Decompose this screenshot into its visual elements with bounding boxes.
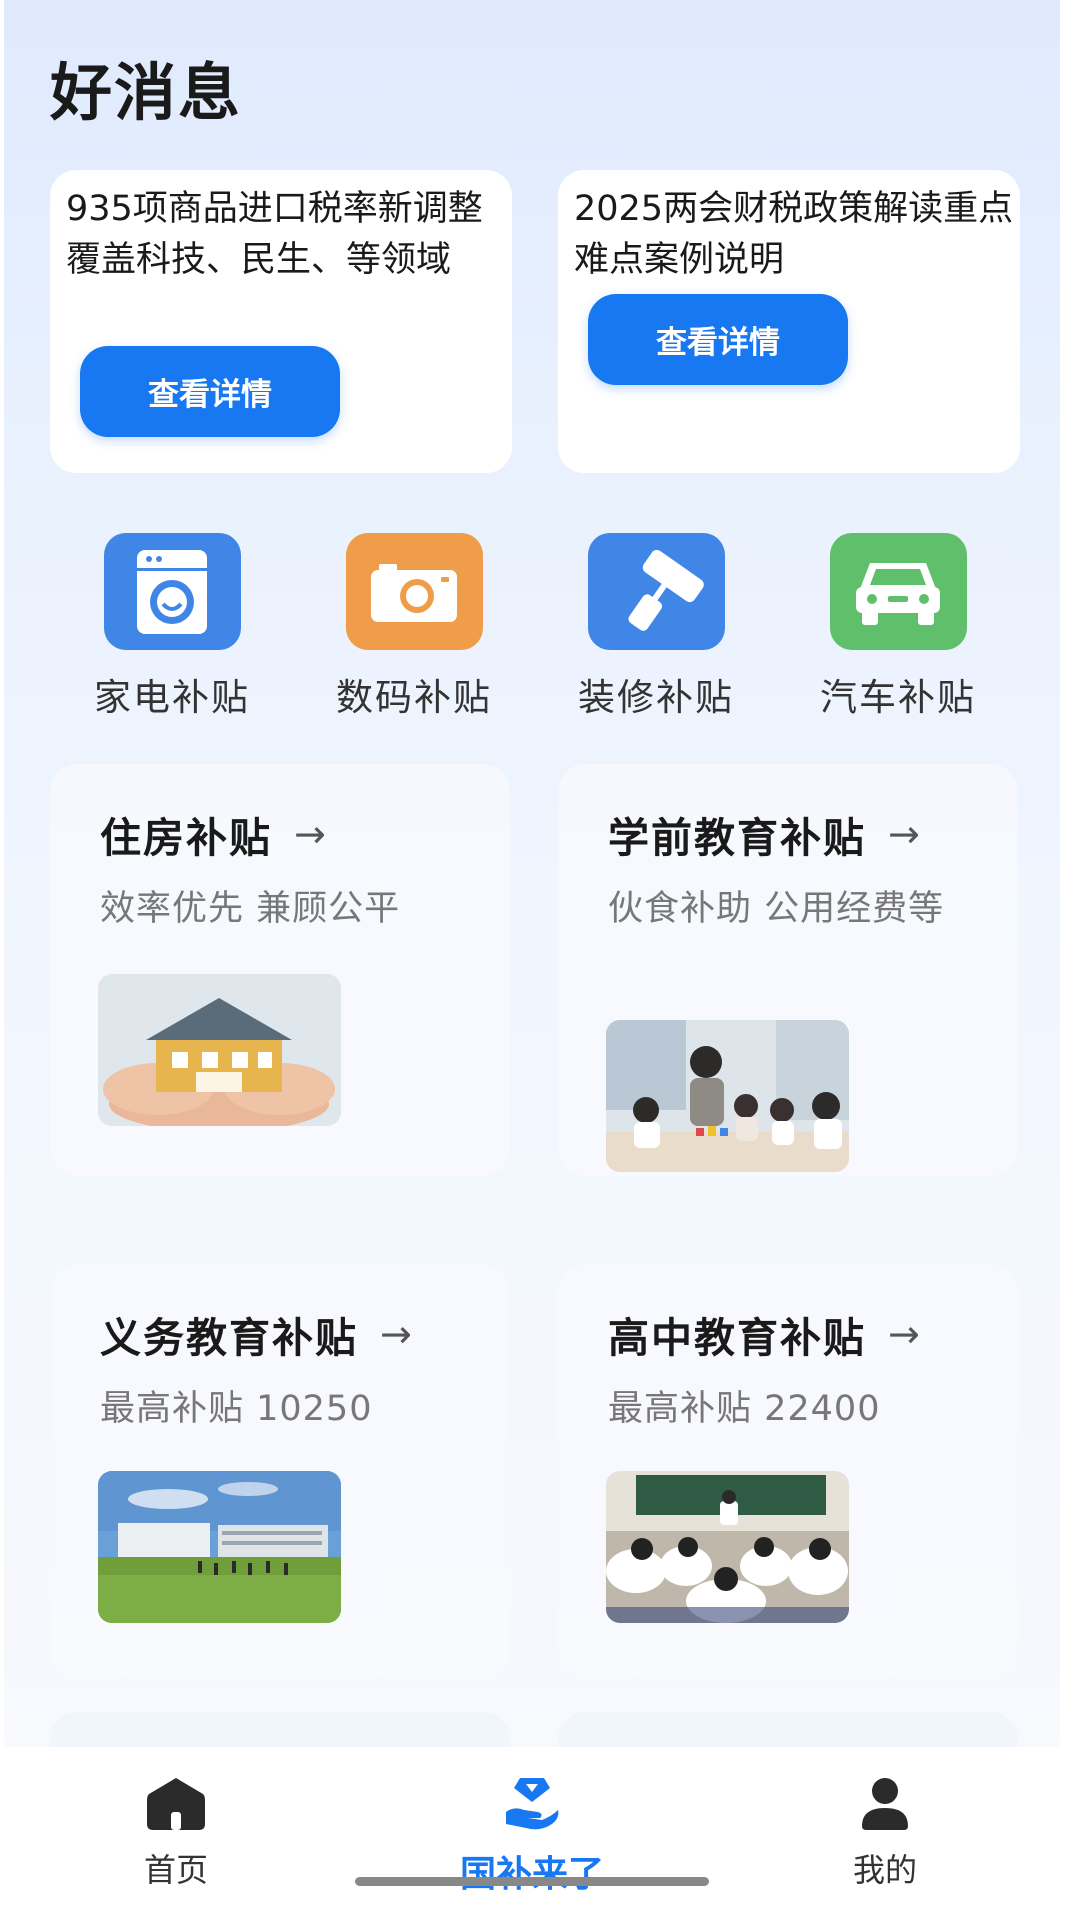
tab-label: 我的 [852, 1851, 917, 1889]
tab-profile[interactable]: 我的 [765, 1769, 1005, 1891]
category-label: 家电补贴 [94, 676, 250, 719]
content-panel: 好消息 935项商品进口税率新调整 覆盖科技、民生、等领域 查看详情 2025两… [4, 0, 1060, 1760]
tab-label: 国补来了 [459, 1854, 604, 1895]
news-card-policy[interactable]: 2025两会财税政策解读重点难点案例说明 查看详情 [558, 170, 1020, 473]
subsidy-title: 高中教育补贴 → [608, 1304, 922, 1364]
subsidy-title-text: 学前教育补贴 [608, 814, 866, 862]
high-school-classroom-image [606, 1471, 849, 1623]
category-car[interactable]: 汽车补贴 [798, 533, 998, 721]
news-headline: 935项商品进口税率新调整 覆盖科技、民生、等领域 [66, 189, 483, 280]
subsidy-hand-icon [412, 1769, 652, 1839]
category-label: 数码补贴 [336, 676, 492, 719]
arrow-right-icon: → [888, 1312, 922, 1356]
news-card-tariff[interactable]: 935项商品进口税率新调整 覆盖科技、民生、等领域 查看详情 [50, 170, 512, 473]
arrow-right-icon: → [294, 812, 328, 856]
arrow-right-icon: → [380, 1312, 414, 1356]
home-indicator[interactable] [355, 1877, 709, 1886]
car-icon [829, 533, 967, 650]
subsidy-card-high-school[interactable]: 高中教育补贴 → 最高补贴 22400 [558, 1264, 1018, 1676]
bottom-tab-bar: 首页 国补来了 我的 [0, 1747, 1080, 1920]
tab-label: 首页 [143, 1851, 208, 1889]
subsidy-description: 效率优先 兼顾公平 [100, 889, 401, 929]
washing-machine-icon [103, 533, 241, 650]
house-in-hands-image [98, 974, 341, 1126]
subsidy-description: 伙食补助 公用经费等 [608, 889, 945, 929]
school-campus-image [98, 1471, 341, 1623]
tab-home[interactable]: 首页 [56, 1769, 296, 1891]
category-digital[interactable]: 数码补贴 [314, 533, 514, 721]
subsidy-title-text: 高中教育补贴 [608, 1314, 866, 1362]
subsidy-card-housing[interactable]: 住房补贴 → 效率优先 兼顾公平 [50, 764, 510, 1176]
category-label: 装修补贴 [578, 676, 734, 719]
subsidy-card-preschool[interactable]: 学前教育补贴 → 伙食补助 公用经费等 [558, 764, 1018, 1176]
camera-icon [345, 533, 483, 650]
subsidy-title-text: 义务教育补贴 [100, 1314, 358, 1362]
news-headline: 2025两会财税政策解读重点难点案例说明 [574, 189, 1014, 280]
arrow-right-icon: → [888, 812, 922, 856]
subsidy-description: 最高补贴 10250 [100, 1389, 373, 1429]
category-renovation[interactable]: 装修补贴 [556, 533, 756, 721]
user-icon [765, 1769, 1005, 1839]
category-appliance[interactable]: 家电补贴 [72, 533, 272, 721]
subsidy-card-compulsory-education[interactable]: 义务教育补贴 → 最高补贴 10250 [50, 1264, 510, 1676]
category-label: 汽车补贴 [820, 676, 976, 719]
page-title: 好消息 [50, 56, 243, 129]
home-icon [56, 1769, 296, 1839]
subsidy-title: 义务教育补贴 → [100, 1304, 414, 1364]
paint-roller-icon [587, 533, 725, 650]
subsidy-description: 最高补贴 22400 [608, 1389, 881, 1429]
view-details-button[interactable]: 查看详情 [80, 346, 340, 437]
subsidy-title: 学前教育补贴 → [608, 804, 922, 864]
subsidy-title-text: 住房补贴 [100, 814, 272, 862]
subsidy-title: 住房补贴 → [100, 804, 328, 864]
view-details-button[interactable]: 查看详情 [588, 294, 848, 385]
kindergarten-class-image [606, 1020, 849, 1172]
